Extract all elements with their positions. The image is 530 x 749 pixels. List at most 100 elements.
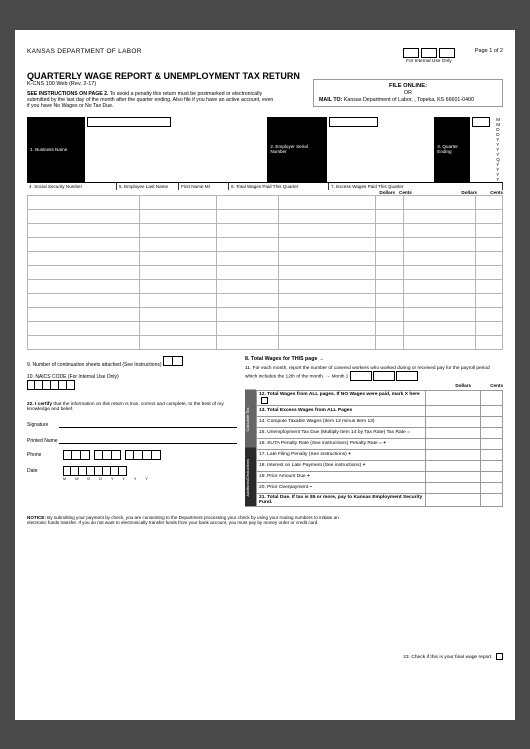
internal-box[interactable]: [439, 48, 455, 58]
calc-20-text: 20. Prior Overpayment: [259, 485, 308, 490]
mailto-label: MAIL TO:: [319, 97, 342, 103]
phone-boxes-2[interactable]: [94, 450, 121, 460]
mailto-line: MAIL TO: Kansas Department of Labor, , T…: [319, 97, 497, 103]
date-format-guide: M M D D Y Y Y Y: [63, 477, 237, 481]
hdr-employer-serial: 2. Employer Serial Number: [267, 117, 327, 182]
table-row: [28, 195, 503, 209]
dollars-label: Dollars: [421, 383, 475, 388]
calc-row-13: 13. Total Excess Wages from ALL Pages: [257, 405, 503, 416]
calc-13-text: 13. Total Excess Wages from ALL Pages: [259, 408, 352, 413]
phone-row: Phone: [27, 450, 237, 460]
dollars-label-2: Dollars: [425, 190, 481, 195]
mid-section: 9. Number of continuation sheets attache…: [27, 356, 503, 507]
month1-label: Month 1: [332, 373, 349, 378]
line-9-boxes[interactable]: [163, 356, 183, 366]
arrow-icon: →: [319, 356, 324, 362]
col-ssn: 4. Social Security Number: [27, 183, 117, 190]
internal-use-boxes: [403, 48, 455, 58]
calc-18-cents[interactable]: [480, 460, 502, 471]
plus-icon: +: [307, 474, 310, 479]
minus-icon: −: [310, 485, 313, 490]
calc-18-text: 18. Interest on Late Payment (See instru…: [259, 463, 361, 468]
calc-16-dollars[interactable]: [425, 438, 480, 449]
calc-12-dollars[interactable]: [425, 390, 480, 405]
calc-21-text: 21. Total Due. If tax is $5 or more, pay…: [259, 495, 422, 505]
mailto-value: Kansas Department of Labor, , Topeka, KS…: [344, 97, 474, 103]
mid-left: 9. Number of continuation sheets attache…: [27, 356, 237, 507]
calc-16-cents[interactable]: [480, 438, 502, 449]
form-page: KANSAS DEPARTMENT OF LABOR For Internal …: [15, 30, 515, 720]
calc-row-21: 21. Total Due. If tax is $5 or more, pay…: [257, 493, 503, 506]
internal-box[interactable]: [403, 48, 419, 58]
calc-row-15: 15. Unemployment Tax Due (Multiply Item …: [257, 427, 503, 438]
certify-line: 22. I certify that the information on th…: [27, 402, 237, 412]
quarter-ending-field[interactable]: [472, 117, 490, 127]
employer-serial-field[interactable]: [329, 117, 378, 127]
month-boxes[interactable]: [350, 371, 418, 381]
calc-21-cents[interactable]: [480, 493, 502, 506]
table-row: [28, 251, 503, 265]
signature-line[interactable]: [59, 418, 237, 428]
table-row: [28, 265, 503, 279]
internal-box[interactable]: [421, 48, 437, 58]
calc-15-dollars[interactable]: [425, 427, 480, 438]
table-row: [28, 335, 503, 349]
mid-right: 8. Total Wages for THIS page → 11. For e…: [245, 356, 503, 507]
black-header-row: 1. Business Name 2. Employer Serial Numb…: [27, 117, 503, 182]
calc-17-dollars[interactable]: [425, 449, 480, 460]
calc-17-text: 17. Late Filing Penalty (See instruction…: [259, 452, 347, 457]
internal-use-group: For Internal Use Only: [403, 48, 475, 64]
calc-13-dollars[interactable]: [425, 405, 480, 416]
side-tab-calculate: Calculate Tax: [245, 390, 256, 449]
plus-icon: +: [363, 463, 366, 468]
phone-boxes-3[interactable]: [125, 450, 161, 460]
final-report-checkbox[interactable]: [496, 653, 503, 660]
table-row: [28, 237, 503, 251]
calc-18-dollars[interactable]: [425, 460, 480, 471]
table-row: [28, 307, 503, 321]
hdr-quarter-ending: 3. Quarter Ending: [434, 117, 470, 182]
internal-use-label: For Internal Use Only: [403, 59, 455, 64]
calc-12-cents[interactable]: [480, 390, 502, 405]
form-number: K-CNS 100 Web (Rev. 2-17): [27, 81, 503, 87]
date-label: Date: [27, 468, 59, 474]
calc-20-cents[interactable]: [480, 482, 502, 493]
calc-13-cents[interactable]: [480, 405, 502, 416]
calc-16-text: 16. SUTA Penalty Rate (See instructions)…: [259, 441, 382, 446]
no-wages-checkbox[interactable]: [261, 397, 268, 404]
wage-grid[interactable]: [27, 195, 503, 350]
calc-19-cents[interactable]: [480, 471, 502, 482]
business-name-field[interactable]: [87, 117, 171, 127]
naics-boxes[interactable]: [27, 380, 75, 390]
line-8: 8. Total Wages for THIS page →: [245, 356, 503, 362]
calc-20-dollars[interactable]: [425, 482, 480, 493]
table-row: [28, 321, 503, 335]
calc-14-text: 14. Compute Taxable Wages (Item 12 minus…: [259, 419, 375, 424]
calc-14-cents[interactable]: [480, 416, 502, 427]
date-boxes[interactable]: [63, 466, 127, 476]
calc-14-dollars[interactable]: [425, 416, 480, 427]
money-column-labels: Dollars Cents Dollars Cents: [27, 190, 503, 195]
calc-15-cents[interactable]: [480, 427, 502, 438]
calculation-block: Calculate Tax Additions/Deductions 12. T…: [245, 390, 503, 507]
calc-21-dollars[interactable]: [425, 493, 480, 506]
printed-line[interactable]: [59, 434, 237, 444]
phone-label: Phone: [27, 452, 59, 458]
line-9-text: 9. Number of continuation sheets attache…: [27, 362, 162, 368]
header-row: KANSAS DEPARTMENT OF LABOR For Internal …: [27, 48, 503, 64]
column-sub-headers: 4. Social Security Number 5. Employee La…: [27, 182, 503, 190]
line-9: 9. Number of continuation sheets attache…: [27, 356, 237, 368]
calc-row-19: 19. Prior Amount Due +: [257, 471, 503, 482]
dollars-label-1: Dollars: [329, 190, 399, 195]
cents-label-1: Cents: [399, 190, 425, 195]
table-row: [28, 279, 503, 293]
line-8-text: 8. Total Wages for THIS page: [245, 356, 317, 362]
calc-table: 12. Total Wages from ALL pages. If NO Wa…: [256, 390, 503, 507]
date-row: Date: [27, 466, 237, 476]
month2-box: [373, 371, 395, 381]
calc-17-cents[interactable]: [480, 449, 502, 460]
calc-row-18: 18. Interest on Late Payment (See instru…: [257, 460, 503, 471]
phone-boxes-1[interactable]: [63, 450, 90, 460]
calc-19-dollars[interactable]: [425, 471, 480, 482]
arrow-icon: →: [326, 374, 331, 379]
